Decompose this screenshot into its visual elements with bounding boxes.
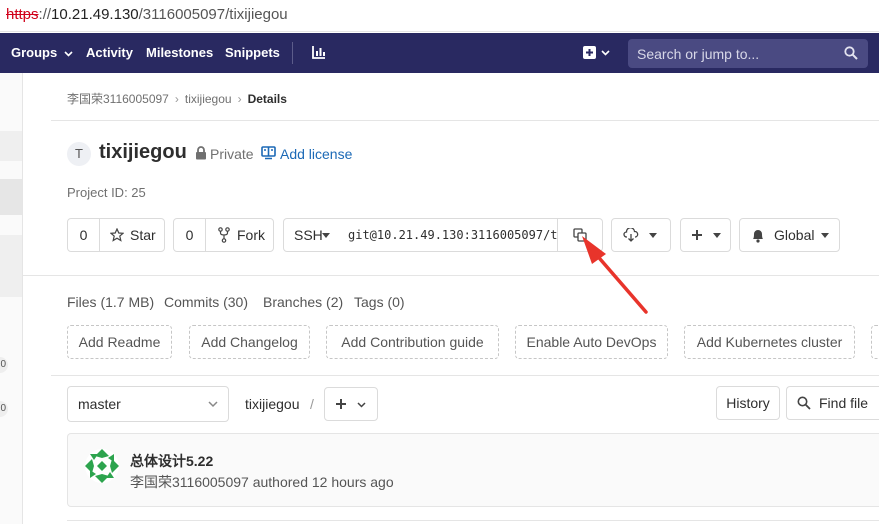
sidebar-count-badge: 0 [0, 357, 8, 373]
nav-divider [292, 42, 293, 64]
commit-meta: 李国荣3116005097 authored 12 hours ago [130, 472, 394, 492]
star-icon [110, 228, 124, 242]
bell-icon [753, 230, 763, 243]
sidebar-item-active[interactable] [0, 179, 22, 215]
quick-action-button-partial[interactable] [871, 325, 879, 359]
project-id: Project ID: 25 [67, 185, 146, 200]
breadcrumb-current[interactable]: Details [248, 92, 287, 106]
add-kubernetes-cluster-button[interactable]: Add Kubernetes cluster [684, 325, 855, 359]
plus-icon [336, 399, 346, 409]
breadcrumb-chevron-icon: › [174, 92, 179, 106]
fork-count[interactable]: 0 [174, 219, 206, 251]
sidebar-count-badge: 0 [0, 401, 8, 417]
stat-branches[interactable]: Branches (2) [263, 294, 343, 310]
sidebar-item[interactable] [0, 235, 22, 297]
new-item-dropdown[interactable] [582, 45, 612, 61]
history-button[interactable]: History [716, 386, 780, 420]
plus-icon [692, 230, 702, 240]
commit-author[interactable]: 李国荣3116005097 [130, 474, 249, 490]
sidebar-item[interactable] [0, 131, 22, 161]
project-title: tixijiegou [99, 141, 187, 163]
stat-files[interactable]: Files (1.7 MB) [67, 294, 154, 310]
add-changelog-button[interactable]: Add Changelog [189, 325, 310, 359]
download-dropdown[interactable] [611, 218, 671, 252]
notification-label: Global [774, 227, 815, 243]
caret-down-icon [713, 233, 721, 238]
chart-icon[interactable] [312, 45, 326, 59]
nav-groups[interactable]: Groups [11, 45, 73, 60]
url-path: /3116005097/tixijiegou [138, 6, 288, 23]
stat-commits[interactable]: Commits (30) [164, 294, 248, 310]
top-navbar: Groups Activity Milestones Snippets Sear… [0, 33, 879, 73]
user-avatar[interactable] [84, 448, 120, 484]
commit-title[interactable]: 总体设计5.22 [130, 451, 213, 471]
repo-path-link[interactable]: tixijiegou [245, 396, 299, 412]
url-separator: :// [38, 6, 52, 23]
add-license-link[interactable]: Add license [280, 146, 352, 162]
nav-groups-label: Groups [11, 45, 58, 60]
caret-down-icon [821, 233, 829, 238]
nav-milestones[interactable]: Milestones [146, 45, 213, 60]
cloud-download-icon [623, 228, 639, 242]
add-readme-button[interactable]: Add Readme [67, 325, 172, 359]
breadcrumb-project[interactable]: tixijiegou [185, 92, 232, 106]
search-icon [844, 46, 858, 60]
fork-button[interactable]: 0 Fork [173, 218, 274, 252]
chevron-down-icon [64, 50, 73, 57]
search-icon [797, 396, 811, 410]
divider [51, 375, 879, 376]
find-file-label: Find file [819, 395, 869, 411]
path-separator: / [310, 396, 314, 412]
enable-auto-devops-button[interactable]: Enable Auto DevOps [515, 325, 668, 359]
clone-protocol-dropdown[interactable]: SSH [283, 218, 341, 252]
clone-url-input[interactable]: git@10.21.49.130:3116005097/tixijiegou.g… [340, 218, 558, 252]
nav-snippets[interactable]: Snippets [225, 45, 280, 60]
breadcrumb-chevron-icon: › [237, 92, 242, 106]
project-avatar: T [67, 142, 91, 166]
breadcrumb: 李国荣3116005097 › tixijiegou › Details [67, 90, 287, 107]
url-protocol: https [6, 6, 39, 23]
url-host: 10.21.49.130 [51, 6, 139, 23]
search-input[interactable]: Search or jump to... [628, 39, 868, 68]
divider [67, 520, 879, 521]
protocol-label: SSH [294, 227, 323, 243]
commit-time: authored 12 hours ago [252, 474, 394, 490]
notification-dropdown[interactable]: Global [739, 218, 840, 252]
new-file-dropdown[interactable] [680, 218, 731, 252]
fork-label: Fork [237, 227, 265, 243]
copy-url-button[interactable] [557, 218, 603, 252]
divider [23, 275, 879, 276]
add-contribution-guide-button[interactable]: Add Contribution guide [326, 325, 499, 359]
browser-url-bar[interactable]: https://10.21.49.130/3116005097/tixijieg… [0, 0, 879, 32]
divider [51, 120, 879, 121]
branch-select[interactable]: master [67, 386, 229, 422]
caret-down-icon [322, 233, 330, 238]
add-to-tree-dropdown[interactable] [324, 387, 378, 421]
copy-icon [573, 228, 587, 242]
fork-icon [218, 227, 230, 243]
star-label: Star [130, 227, 156, 243]
star-count[interactable]: 0 [68, 219, 100, 251]
caret-down-icon [649, 233, 657, 238]
branch-select-value: master [78, 396, 121, 412]
star-button[interactable]: 0 Star [67, 218, 165, 252]
chevron-down-icon [357, 402, 366, 408]
url-text[interactable]: https://10.21.49.130/3116005097/tixijieg… [6, 6, 288, 23]
search-placeholder: Search or jump to... [637, 46, 760, 62]
stat-tags[interactable]: Tags (0) [354, 294, 405, 310]
scale-icon [261, 146, 276, 160]
lock-icon [196, 146, 206, 160]
breadcrumb-user[interactable]: 李国荣3116005097 [67, 92, 169, 106]
chevron-down-icon [208, 401, 218, 408]
nav-activity[interactable]: Activity [86, 45, 133, 60]
find-file-button[interactable]: Find file [786, 386, 879, 420]
left-sidebar: 0 0 [0, 73, 23, 524]
visibility-label: Private [210, 146, 254, 162]
